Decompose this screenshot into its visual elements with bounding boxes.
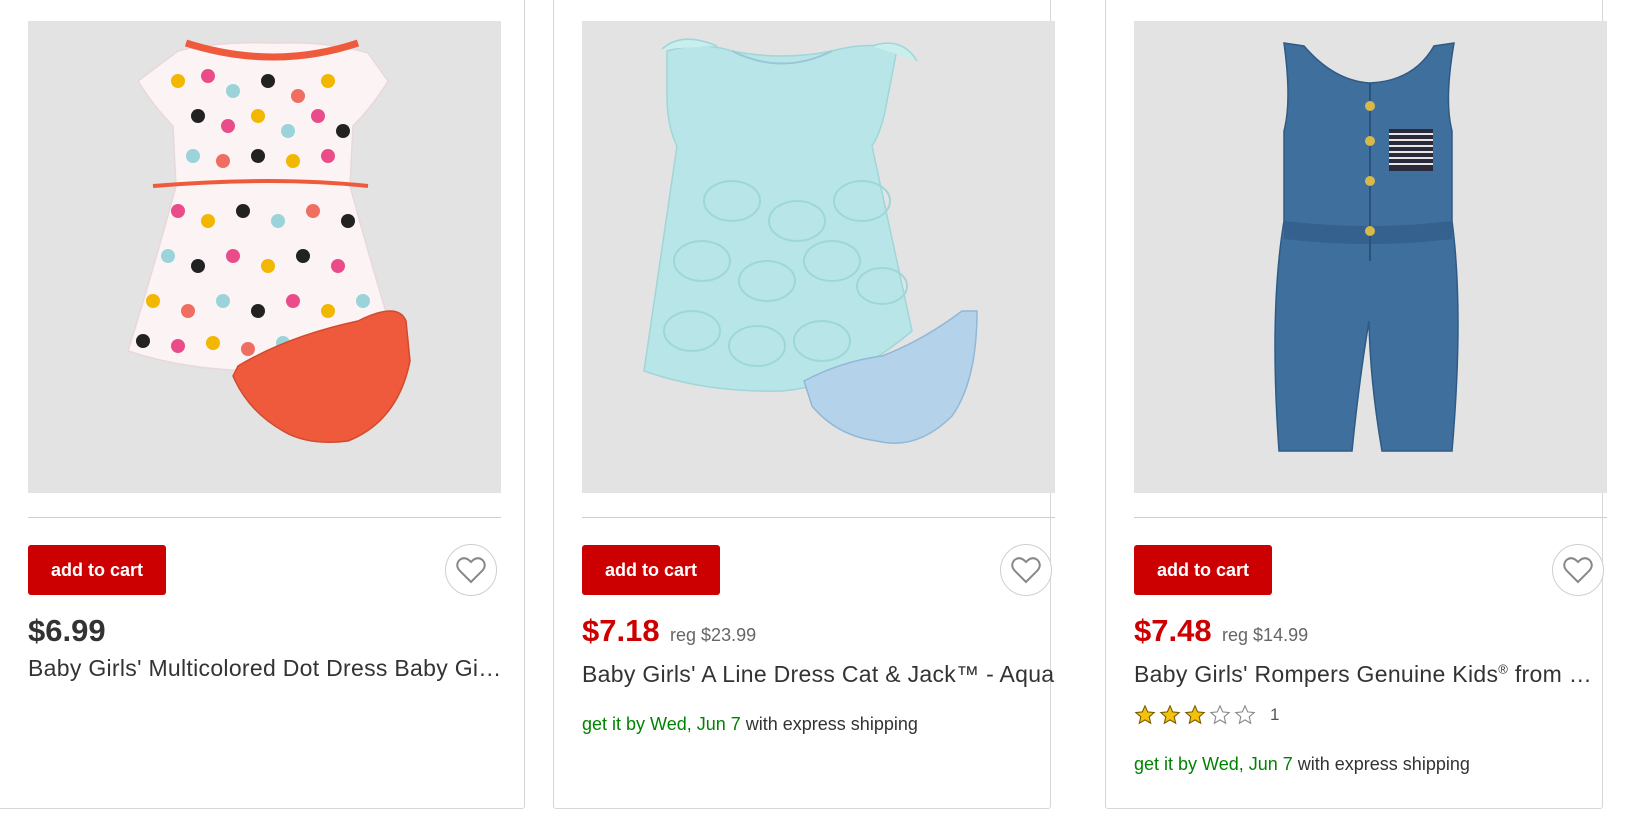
star-empty-icon <box>1209 704 1231 725</box>
add-to-cart-button[interactable]: add to cart <box>582 545 720 595</box>
price: $6.99 <box>28 613 106 648</box>
product-title[interactable]: Baby Girls' Rompers Genuine Kids® from O… <box>1134 661 1608 688</box>
delivery-date: get it by Wed, Jun 7 <box>1134 754 1293 774</box>
product-title[interactable]: Baby Girls' A Line Dress Cat & Jack™ - A… <box>582 661 1056 688</box>
heart-outline-icon <box>456 557 486 584</box>
regular-price: reg $23.99 <box>670 625 757 645</box>
price-row: $7.18 reg $23.99 <box>582 613 756 649</box>
divider <box>28 517 501 518</box>
shipping-method: with express shipping <box>1292 754 1470 774</box>
registered-mark: ® <box>1498 661 1509 677</box>
product-image[interactable] <box>1134 21 1607 493</box>
divider <box>582 517 1055 518</box>
product-image[interactable] <box>582 21 1055 493</box>
product-card: add to cart $7.18 reg $23.99 Baby Girls'… <box>553 0 1055 809</box>
star-filled-icon <box>1184 704 1206 725</box>
divider <box>1134 517 1607 518</box>
product-grid: add to cart $6.99 Baby Girls' Multicolor… <box>0 0 1644 816</box>
favorite-button[interactable] <box>445 544 497 596</box>
favorite-button[interactable] <box>1552 544 1604 596</box>
star-empty-icon <box>1234 704 1256 725</box>
heart-outline-icon <box>1563 557 1593 584</box>
heart-outline-icon <box>1011 557 1041 584</box>
add-to-cart-button[interactable]: add to cart <box>28 545 166 595</box>
rating[interactable]: 1 <box>1134 704 1279 726</box>
delivery-date: get it by Wed, Jun 7 <box>582 714 741 734</box>
product-card: add to cart $7.48 reg $14.99 Baby Girls'… <box>1105 0 1608 809</box>
product-image[interactable] <box>28 21 501 493</box>
star-rating <box>1134 704 1256 726</box>
price-row: $7.48 reg $14.99 <box>1134 613 1308 649</box>
shipping-method: with express shipping <box>740 714 918 734</box>
favorite-button[interactable] <box>1000 544 1052 596</box>
star-filled-icon <box>1134 704 1156 725</box>
shipping-info: get it by Wed, Jun 7 with express shippi… <box>582 714 918 735</box>
review-count: 1 <box>1270 705 1280 724</box>
shipping-info: get it by Wed, Jun 7 with express shippi… <box>1134 754 1470 775</box>
dot-dress-image <box>127 39 411 443</box>
sale-price: $7.18 <box>582 613 660 648</box>
product-title-rest: from OshKosh Denim <box>1514 661 1608 687</box>
sale-price: $7.48 <box>1134 613 1212 648</box>
star-filled-icon <box>1159 704 1181 725</box>
product-title-main: Baby Girls' Rompers Genuine Kids <box>1134 661 1499 687</box>
regular-price: reg $14.99 <box>1222 625 1309 645</box>
aline-dress-image <box>643 38 978 444</box>
product-card: add to cart $6.99 Baby Girls' Multicolor… <box>0 0 525 809</box>
product-title[interactable]: Baby Girls' Multicolored Dot Dress Baby … <box>28 655 502 682</box>
denim-romper-image <box>1274 42 1459 452</box>
add-to-cart-button[interactable]: add to cart <box>1134 545 1272 595</box>
price-row: $6.99 <box>28 613 106 649</box>
